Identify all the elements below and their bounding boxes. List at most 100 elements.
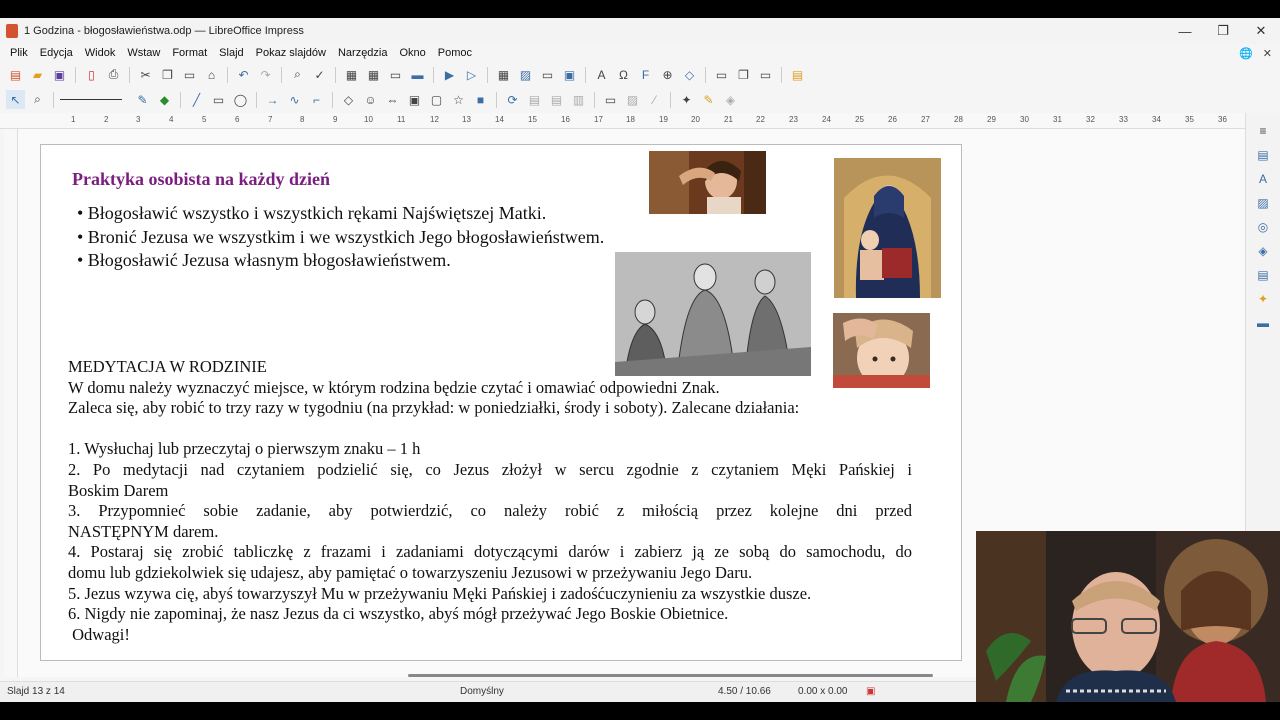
new-document-icon[interactable]: ▤	[6, 65, 25, 84]
distribute-icon[interactable]: ▥	[569, 90, 588, 109]
select-arrow-icon[interactable]: ↖	[6, 90, 25, 109]
new-slide-icon[interactable]: ▭	[712, 65, 731, 84]
undo-icon[interactable]: ↶	[234, 65, 253, 84]
spelling-icon[interactable]: ✓	[310, 65, 329, 84]
paste-icon[interactable]: ▭	[180, 65, 199, 84]
rotate-icon[interactable]: ⟳	[503, 90, 522, 109]
filter-icon[interactable]: ⁄	[645, 90, 664, 109]
open-folder-icon[interactable]: ▰	[28, 65, 47, 84]
slide-canvas[interactable]: Praktyka osobista na każdy dzień • Błogo…	[40, 144, 962, 661]
close-document-icon[interactable]: ✕	[1263, 47, 1272, 60]
gallery-icon[interactable]: ▨	[1253, 193, 1273, 213]
show-draw-functions-icon[interactable]: ◇	[680, 65, 699, 84]
hyperlink-icon[interactable]: ⊕	[658, 65, 677, 84]
media-icon[interactable]: ▭	[538, 65, 557, 84]
find-replace-icon[interactable]: ⌕	[288, 65, 307, 84]
line-color-icon[interactable]: ✎	[133, 90, 152, 109]
save-status-icon[interactable]: ▣	[866, 686, 875, 697]
horizontal-scrollbar[interactable]	[408, 674, 933, 677]
arrow-line-icon[interactable]: →	[263, 90, 282, 109]
display-views-icon[interactable]: ▭	[386, 65, 405, 84]
navigator-icon[interactable]: ◎	[1253, 217, 1273, 237]
crop-icon[interactable]: ▨	[623, 90, 642, 109]
table-icon[interactable]: ▦	[494, 65, 513, 84]
blessing-child-image[interactable]	[649, 151, 766, 214]
special-character-icon[interactable]: Ω	[614, 65, 633, 84]
start-first-slide-icon[interactable]: ▶	[440, 65, 459, 84]
menu-plik[interactable]: Plik	[4, 47, 34, 59]
shapes-icon[interactable]: ◈	[1253, 241, 1273, 261]
menu-wstaw[interactable]: Wstaw	[121, 47, 166, 59]
madonna-painting-image[interactable]	[834, 158, 941, 298]
block-arrows-icon[interactable]: ⇔	[383, 90, 402, 109]
cut-icon[interactable]: ✂	[136, 65, 155, 84]
basic-shapes-icon[interactable]: ◇	[339, 90, 358, 109]
fill-color-icon[interactable]: ◆	[155, 90, 174, 109]
points-icon[interactable]: ✦	[677, 90, 696, 109]
line-tool-icon[interactable]: ╱	[187, 90, 206, 109]
slide-transition-icon[interactable]: ▤	[1253, 265, 1273, 285]
animation-icon[interactable]: ✦	[1253, 289, 1273, 309]
image-icon[interactable]: ▨	[516, 65, 535, 84]
connector-icon[interactable]: ⌐	[307, 90, 326, 109]
menu-edycja[interactable]: Edycja	[34, 47, 79, 59]
flowchart-icon[interactable]: ▣	[405, 90, 424, 109]
menu-pokaz-slajdow[interactable]: Pokaz slajdów	[250, 47, 332, 59]
ellipse-icon[interactable]: ◯	[231, 90, 250, 109]
slide-title[interactable]: Praktyka osobista na każdy dzień	[72, 169, 330, 190]
meditation-text-block[interactable]: MEDYTACJA W RODZINIE W domu należy wyzna…	[68, 357, 912, 645]
line-style-dropdown[interactable]	[60, 90, 130, 109]
menu-narzedzia[interactable]: Narzędzia	[332, 47, 394, 59]
callouts-icon[interactable]: ▢	[427, 90, 446, 109]
shadow-icon[interactable]: ▭	[601, 90, 620, 109]
symbol-shapes-icon[interactable]: ☺	[361, 90, 380, 109]
fontwork-icon[interactable]: F	[636, 65, 655, 84]
menu-slajd[interactable]: Slajd	[213, 47, 249, 59]
step-1: 1. Wysłuchaj lub przeczytaj o pierwszym …	[68, 439, 421, 459]
toggle-extrusion-icon[interactable]: ◈	[721, 90, 740, 109]
bullet-1[interactable]: • Błogosławić wszystko i wszystkich ręka…	[77, 203, 546, 224]
ruler-mark: 8	[300, 115, 305, 124]
globe-icon[interactable]: 🌐	[1239, 47, 1253, 60]
grid-icon[interactable]: ▦	[342, 65, 361, 84]
arrange-icon[interactable]: ▤	[547, 90, 566, 109]
bullet-3[interactable]: • Błogosławić Jezusa własnym błogosławie…	[77, 250, 451, 271]
text-box-icon[interactable]: A	[592, 65, 611, 84]
menu-okno[interactable]: Okno	[394, 47, 432, 59]
duplicate-slide-icon[interactable]: ❐	[734, 65, 753, 84]
horizontal-ruler[interactable]: 1 2 3 4 5 6 7 8 9 10 11 12 13 14 15 16 1…	[0, 113, 1245, 129]
copy-icon[interactable]: ❐	[158, 65, 177, 84]
export-pdf-icon[interactable]: ▯	[82, 65, 101, 84]
master-slides-icon[interactable]: ▬	[1253, 313, 1273, 333]
helplines-icon[interactable]: ▦	[364, 65, 383, 84]
master-slide-icon[interactable]: ▬	[408, 65, 427, 84]
minimize-button[interactable]: —	[1166, 18, 1204, 44]
bullet-2[interactable]: • Bronić Jezusa we wszystkim i we wszyst…	[77, 227, 604, 248]
menu-widok[interactable]: Widok	[79, 47, 122, 59]
ruler-mark: 33	[1119, 115, 1128, 124]
clone-formatting-icon[interactable]: ⌂	[202, 65, 221, 84]
rectangle-icon[interactable]: ▭	[209, 90, 228, 109]
print-icon[interactable]: ⎙	[104, 65, 123, 84]
menu-format[interactable]: Format	[166, 47, 213, 59]
chart-icon[interactable]: ▣	[560, 65, 579, 84]
align-icon[interactable]: ▤	[525, 90, 544, 109]
vertical-ruler[interactable]	[4, 129, 18, 677]
start-current-slide-icon[interactable]: ▷	[462, 65, 481, 84]
redo-icon[interactable]: ↷	[256, 65, 275, 84]
master-slide-name[interactable]: Domyślny	[460, 686, 504, 697]
zoom-icon[interactable]: ⌕	[28, 90, 47, 109]
close-button[interactable]: ✕	[1242, 18, 1280, 44]
menu-icon[interactable]: ≡	[1253, 121, 1273, 141]
curve-icon[interactable]: ∿	[285, 90, 304, 109]
slide-layout-icon[interactable]: ▤	[788, 65, 807, 84]
3d-objects-icon[interactable]: ■	[471, 90, 490, 109]
glue-points-icon[interactable]: ✎	[699, 90, 718, 109]
maximize-button[interactable]: ❐	[1204, 18, 1242, 44]
menu-pomoc[interactable]: Pomoc	[432, 47, 478, 59]
properties-icon[interactable]: ▤	[1253, 145, 1273, 165]
save-icon[interactable]: ▣	[50, 65, 69, 84]
delete-slide-icon[interactable]: ▭	[756, 65, 775, 84]
styles-icon[interactable]: A	[1253, 169, 1273, 189]
stars-icon[interactable]: ☆	[449, 90, 468, 109]
